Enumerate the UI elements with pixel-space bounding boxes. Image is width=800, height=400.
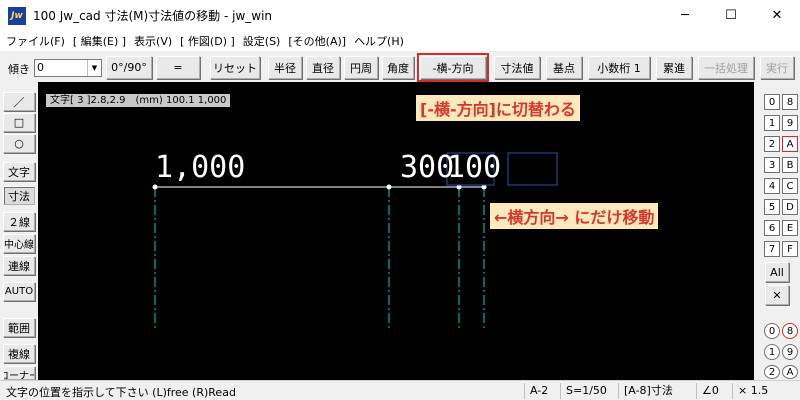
menu-help[interactable]: ヘルプ(H) xyxy=(354,33,412,49)
layer-5-button[interactable]: 5 xyxy=(764,199,780,215)
line-tool-button[interactable]: ／ xyxy=(3,92,35,111)
layer-a-button[interactable]: A xyxy=(782,136,798,152)
dimension-point xyxy=(152,184,158,190)
layer-1-button[interactable]: 1 xyxy=(764,115,780,131)
zoom-indicator[interactable]: × 1.5 xyxy=(732,383,800,399)
layer-4-button[interactable]: 4 xyxy=(764,178,780,194)
menu-view[interactable]: 表示(V) xyxy=(134,33,180,49)
menu-draw[interactable]: [ 作図(D) ] xyxy=(180,33,243,49)
layer-panel: 0 8 1 9 2 A 3 B 4 C 5 D 6 E 7 F All ✕ 0 … xyxy=(754,82,800,380)
dimension-drawing xyxy=(152,152,558,330)
layer-c-button[interactable]: C xyxy=(782,178,798,194)
radius-button[interactable]: 半径 xyxy=(268,56,302,79)
layer-group-1-button[interactable]: 1 xyxy=(764,344,780,360)
tilt-label: 傾き xyxy=(8,63,30,76)
circle-tool-button[interactable]: ○ xyxy=(3,134,35,153)
diameter-button[interactable]: 直径 xyxy=(306,56,340,79)
left-tool-panel: ／ □ ○ 文字 寸法 ２線 中心線 連線 AUTO 範囲 複線 コーナー xyxy=(0,82,38,380)
layer-f-button[interactable]: F xyxy=(782,241,798,257)
layer-b-button[interactable]: B xyxy=(782,157,798,173)
decimal-places-button[interactable]: 小数桁 1 xyxy=(588,56,650,79)
layer-group-8-button[interactable]: 8 xyxy=(782,323,798,339)
execute-button[interactable]: 実行 xyxy=(760,56,794,79)
maximize-button[interactable]: ☐ xyxy=(708,0,754,31)
equal-button[interactable]: = xyxy=(156,56,200,79)
tilt-value: 0 xyxy=(37,61,44,74)
callout-horizontal-only: ←横方向→ にだけ移動 xyxy=(490,203,659,229)
layer-group-a-button[interactable]: A xyxy=(782,365,798,379)
layer-9-button[interactable]: 9 xyxy=(782,115,798,131)
dimension-value-100[interactable]: 100 xyxy=(447,151,501,185)
reset-button[interactable]: リセット xyxy=(210,56,260,79)
menu-bar: ファイル(F) [ 編集(E) ] 表示(V) [ 作図(D) ] 設定(S) … xyxy=(0,31,800,51)
centerline-tool-button[interactable]: 中心線 xyxy=(3,234,35,253)
dimension-toolbar: 傾き 0 ▼ 0°/90° = リセット 半径 直径 円周 角度 -横-方向 寸… xyxy=(0,52,800,82)
tilt-combo[interactable]: 0 ▼ xyxy=(34,59,102,77)
menu-file[interactable]: ファイル(F) xyxy=(6,33,73,49)
angle-mode-button[interactable]: 角度 xyxy=(382,56,414,79)
dimension-value-button[interactable]: 寸法値 xyxy=(494,56,540,79)
batch-process-button[interactable]: 一括処理 xyxy=(698,56,754,79)
current-layer[interactable]: [A-8]寸法 xyxy=(618,383,696,399)
all-layers-button[interactable]: All xyxy=(765,262,789,282)
status-message: 文字の位置を指示して下さい (L)free (R)Read xyxy=(6,386,236,399)
paper-size[interactable]: A-2 xyxy=(524,383,560,399)
layer-d-button[interactable]: D xyxy=(782,199,798,215)
angle-indicator[interactable]: ∠0 xyxy=(696,383,732,399)
dimension-tool-button[interactable]: 寸法 xyxy=(3,186,35,205)
menu-settings[interactable]: 設定(S) xyxy=(243,33,289,49)
jw-cad-window: Jw 100 Jw_cad 寸法(M)寸法値の移動 - jw_win ─ ☐ ✕… xyxy=(0,0,800,400)
dimension-point xyxy=(386,184,392,190)
minimize-button[interactable]: ─ xyxy=(662,0,708,31)
offset-line-tool-button[interactable]: 複線 xyxy=(3,344,35,363)
drawing-canvas[interactable]: 文字[ 3 ]2.8,2.9 (mm) 100.1 1,000 1,000 30… xyxy=(38,82,754,380)
layer-8-button[interactable]: 8 xyxy=(782,94,798,110)
scale-indicator[interactable]: S=1/50 xyxy=(560,383,618,399)
close-icon[interactable]: ✕ xyxy=(765,285,789,305)
chevron-down-icon[interactable]: ▼ xyxy=(87,60,101,76)
connect-line-tool-button[interactable]: 連線 xyxy=(3,256,35,275)
title-bar: Jw 100 Jw_cad 寸法(M)寸法値の移動 - jw_win ─ ☐ ✕ xyxy=(0,0,800,31)
corner-tool-button[interactable]: コーナー xyxy=(3,366,35,380)
window-title: 100 Jw_cad 寸法(M)寸法値の移動 - jw_win xyxy=(33,9,273,23)
layer-6-button[interactable]: 6 xyxy=(764,220,780,236)
cumulative-button[interactable]: 累進 xyxy=(656,56,692,79)
jw-app-icon: Jw xyxy=(8,6,26,25)
circumference-button[interactable]: 円周 xyxy=(344,56,378,79)
base-point-button[interactable]: 基点 xyxy=(546,56,582,79)
rectangle-tool-button[interactable]: □ xyxy=(3,113,35,132)
layer-group-2-button[interactable]: 2 xyxy=(764,365,780,379)
callout-direction-switch: [-横-方向]に切替わる xyxy=(416,95,580,121)
move-preview-box xyxy=(507,152,558,186)
menu-other[interactable]: [その他(A)] xyxy=(288,33,354,49)
layer-7-button[interactable]: 7 xyxy=(764,241,780,257)
status-bar: 文字の位置を指示して下さい (L)free (R)Read A-2 S=1/50… xyxy=(0,380,800,400)
layer-3-button[interactable]: 3 xyxy=(764,157,780,173)
auto-tool-button[interactable]: AUTO xyxy=(3,282,35,301)
dimension-value-1000[interactable]: 1,000 xyxy=(155,151,245,185)
text-tool-button[interactable]: 文字 xyxy=(3,162,35,181)
double-line-tool-button[interactable]: ２線 xyxy=(3,212,35,231)
layer-2-button[interactable]: 2 xyxy=(764,136,780,152)
direction-button[interactable]: -横-方向 xyxy=(417,53,489,82)
layer-0-button[interactable]: 0 xyxy=(764,94,780,110)
range-tool-button[interactable]: 範囲 xyxy=(3,318,35,337)
menu-edit[interactable]: [ 編集(E) ] xyxy=(73,33,134,49)
close-button[interactable]: ✕ xyxy=(754,0,800,31)
layer-e-button[interactable]: E xyxy=(782,220,798,236)
angle-toggle-button[interactable]: 0°/90° xyxy=(106,56,152,79)
layer-group-0-button[interactable]: 0 xyxy=(764,323,780,339)
layer-group-9-button[interactable]: 9 xyxy=(782,344,798,360)
